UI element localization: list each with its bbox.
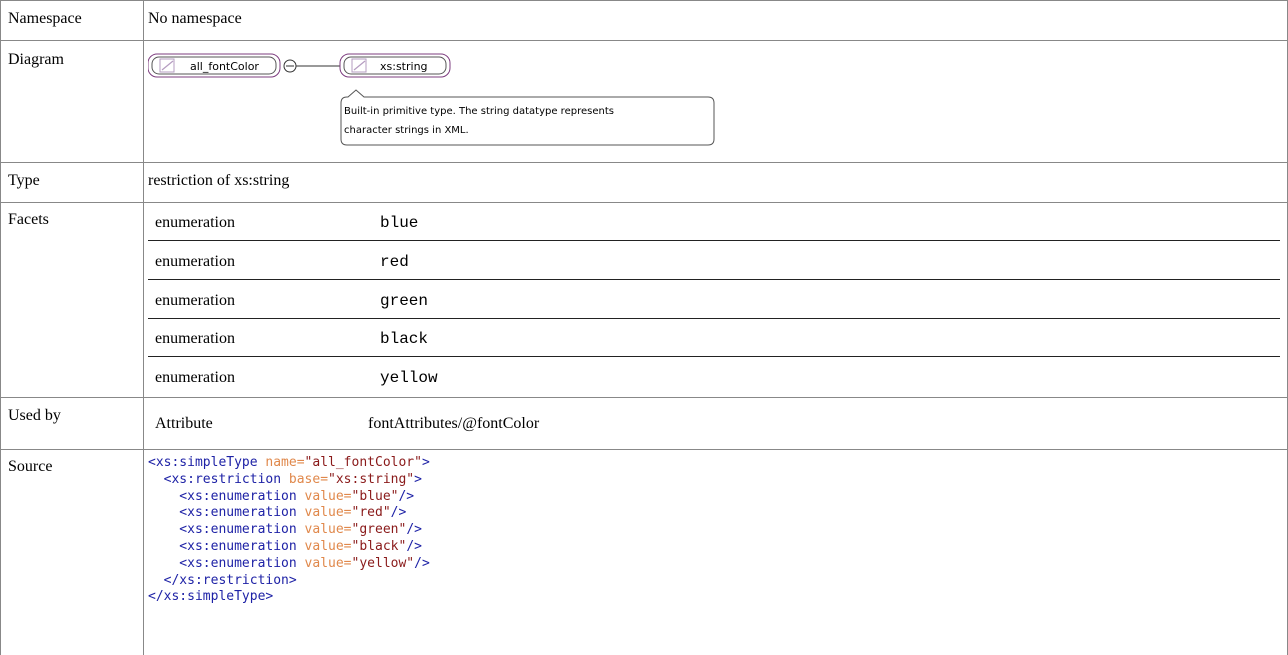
diagram-label: Diagram <box>8 51 64 68</box>
simple-type-icon <box>351 58 367 73</box>
source-token: </xs:simpleType> <box>148 589 274 605</box>
source-token: "black" <box>351 538 407 554</box>
schema-doc-table: Namespace No namespace Diagram all_fontC… <box>0 0 1288 655</box>
used-by-label: Used by <box>8 407 61 424</box>
row-divider <box>0 202 1288 203</box>
source-token: "all_fontColor" <box>304 455 422 470</box>
facet-kind: enumeration <box>155 214 235 231</box>
source-token: base= <box>288 471 329 487</box>
source-token: <xs:enumeration <box>148 488 305 504</box>
source-token: "xs:string" <box>328 471 415 487</box>
doc-line-2: character strings in XML. <box>344 125 469 136</box>
source-token: "red" <box>351 505 391 521</box>
element-box[interactable]: all_fontColor <box>148 53 281 78</box>
schema-diagram: all_fontColor xs:string Built-in primiti… <box>148 53 715 146</box>
simple-type-icon <box>159 58 175 73</box>
facet-value: green <box>380 291 429 310</box>
source-token: value= <box>304 522 352 538</box>
source-token: > <box>421 455 430 470</box>
table-top-border <box>0 0 1288 1</box>
type-label: Type <box>8 172 40 189</box>
source-token: <xs:restriction <box>148 471 289 487</box>
base-type-box[interactable]: xs:string <box>339 53 451 78</box>
source-token: /> <box>398 488 415 504</box>
source-token: <xs:enumeration <box>148 538 305 554</box>
facets-label: Facets <box>8 211 49 228</box>
source-token: value= <box>304 488 352 504</box>
source-token: /> <box>414 555 430 571</box>
source-token: "blue" <box>351 488 399 504</box>
source-token: <xs:simpleType <box>148 455 266 470</box>
facet-divider <box>148 356 1280 358</box>
facet-value: red <box>380 252 409 271</box>
source-label: Source <box>8 458 53 475</box>
source-token: <xs:enumeration <box>148 522 305 538</box>
row-divider <box>0 40 1288 41</box>
table-left-border <box>0 0 1 655</box>
source-token: > <box>414 471 422 487</box>
source-token: /> <box>390 505 407 521</box>
facet-value: yellow <box>380 369 438 388</box>
source-token: name= <box>265 455 305 470</box>
source-token: /> <box>406 522 422 538</box>
used-by-kind: Attribute <box>155 415 213 432</box>
facet-kind: enumeration <box>155 330 235 348</box>
base-type-name: xs:string <box>380 60 428 73</box>
source-token: /> <box>406 538 422 554</box>
doc-line-1: Built-in primitive type. The string data… <box>344 106 614 117</box>
facet-value: blue <box>380 214 419 232</box>
facet-kind: enumeration <box>155 291 235 309</box>
row-divider <box>0 162 1288 163</box>
source-token: <xs:enumeration <box>148 555 305 571</box>
facet-divider <box>148 240 1280 241</box>
type-value: restriction of xs:string <box>148 172 290 189</box>
source-code: <xs:simpleType name="all_fontColor"> <xs… <box>148 455 430 606</box>
source-token: "green" <box>351 522 407 538</box>
facet-divider <box>148 278 1280 280</box>
source-token: value= <box>304 505 352 521</box>
source-token: value= <box>304 555 352 571</box>
column-divider <box>143 0 144 655</box>
source-token: "yellow" <box>351 555 415 571</box>
facet-divider <box>148 317 1280 319</box>
namespace-value: No namespace <box>148 10 242 27</box>
facet-value: black <box>380 330 429 349</box>
used-by-link[interactable]: fontAttributes/@fontColor <box>368 415 539 433</box>
source-token: </xs:restriction> <box>148 572 297 588</box>
source-token: <xs:enumeration <box>148 505 305 521</box>
facet-kind: enumeration <box>155 369 235 387</box>
facet-kind: enumeration <box>155 252 235 270</box>
row-divider <box>0 397 1288 398</box>
namespace-label: Namespace <box>8 10 82 27</box>
documentation-callout: Built-in primitive type. The string data… <box>340 89 715 146</box>
sequence-connector[interactable] <box>283 59 340 73</box>
source-token: value= <box>304 538 352 554</box>
row-divider <box>0 449 1288 450</box>
element-name: all_fontColor <box>190 60 259 73</box>
